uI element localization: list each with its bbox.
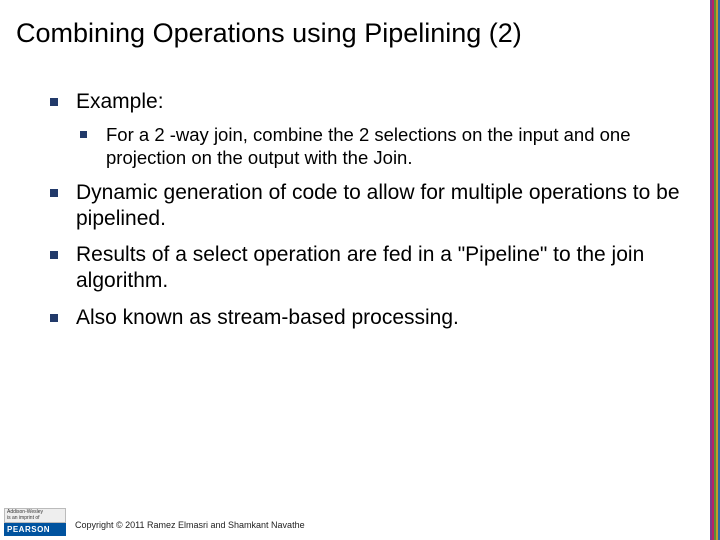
publisher-logo: Addison-Wesley is an imprint of PEARSON bbox=[4, 508, 66, 536]
bullet-stream-based: Also known as stream-based processing. bbox=[48, 305, 690, 331]
square-bullet-icon bbox=[80, 131, 87, 138]
bullet-dynamic-generation: Dynamic generation of code to allow for … bbox=[48, 180, 690, 233]
bullet-label: Example: bbox=[76, 90, 164, 113]
square-bullet-icon bbox=[50, 98, 58, 106]
copyright-text: Copyright © 2011 Ramez Elmasri and Shamk… bbox=[75, 520, 305, 530]
bullet-text: Results of a select operation are fed in… bbox=[76, 243, 644, 292]
bullet-text: Also known as stream-based processing. bbox=[76, 306, 459, 329]
bullet-text: Dynamic generation of code to allow for … bbox=[76, 181, 680, 230]
bullet-pipeline-results: Results of a select operation are fed in… bbox=[48, 242, 690, 295]
square-bullet-icon bbox=[50, 314, 58, 322]
slide-footer: Addison-Wesley is an imprint of PEARSON … bbox=[0, 498, 720, 540]
square-bullet-icon bbox=[50, 251, 58, 259]
decorative-side-stripe bbox=[710, 0, 720, 540]
slide-title: Combining Operations using Pipelining (2… bbox=[0, 0, 720, 49]
bullet-example: Example: For a 2 -way join, combine the … bbox=[48, 89, 690, 170]
slide-body: Example: For a 2 -way join, combine the … bbox=[0, 49, 720, 331]
pearson-brand: PEARSON bbox=[4, 523, 66, 536]
sub-bullet-text: For a 2 -way join, combine the 2 selecti… bbox=[106, 124, 631, 168]
imprint-text: Addison-Wesley is an imprint of bbox=[4, 508, 66, 523]
square-bullet-icon bbox=[50, 189, 58, 197]
sub-bullet: For a 2 -way join, combine the 2 selecti… bbox=[76, 123, 690, 169]
